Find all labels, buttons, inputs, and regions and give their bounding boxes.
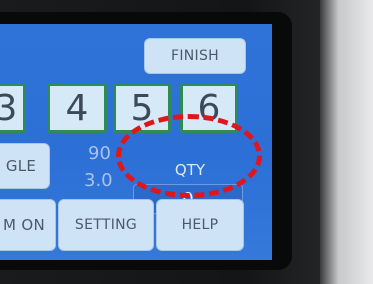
readout-bottom: 3.0 bbox=[84, 170, 113, 191]
readout-top: 90 bbox=[88, 143, 111, 164]
mode-button-label: GLE bbox=[5, 157, 37, 175]
num-key-4[interactable]: 4 bbox=[47, 83, 107, 133]
setting-button-label: SETTING bbox=[74, 217, 138, 233]
num-key-label: 4 bbox=[65, 87, 89, 129]
mode-button[interactable]: GLE bbox=[0, 143, 50, 189]
setting-button[interactable]: SETTING bbox=[58, 199, 154, 251]
finish-button-label: FINISH bbox=[171, 48, 219, 64]
num-key-3[interactable]: 3 bbox=[0, 83, 26, 133]
help-button-label: HELP bbox=[181, 217, 219, 233]
help-button[interactable]: HELP bbox=[156, 199, 244, 251]
num-key-label: 3 bbox=[0, 87, 18, 129]
device-edge bbox=[320, 0, 373, 284]
finish-button[interactable]: FINISH bbox=[144, 38, 246, 74]
m-on-button[interactable]: M ON bbox=[0, 199, 56, 251]
m-on-button-label: M ON bbox=[3, 216, 45, 234]
red-dashed-annotation bbox=[116, 114, 262, 198]
